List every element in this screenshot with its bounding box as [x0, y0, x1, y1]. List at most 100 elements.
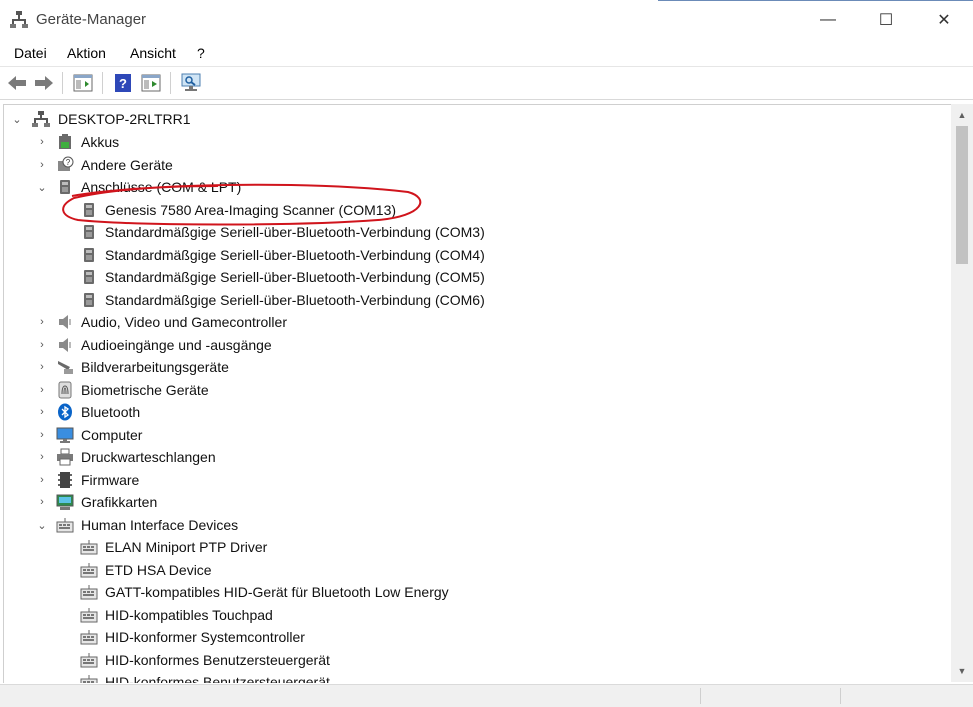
tree-node-label: Firmware	[81, 472, 140, 488]
forward-arrow-icon	[35, 76, 53, 90]
tree-node-label: Bluetooth	[81, 404, 141, 420]
chevron-right-icon[interactable]: ›	[36, 474, 48, 486]
back-arrow-icon	[8, 76, 26, 90]
update-driver-button[interactable]	[140, 72, 162, 94]
vertical-scrollbar[interactable]: ▲ ▼	[951, 104, 973, 682]
chevron-down-icon[interactable]: ⌄	[36, 181, 48, 194]
printer-icon	[57, 448, 73, 466]
svg-text:?: ?	[119, 76, 127, 91]
chevron-right-icon[interactable]: ›	[36, 429, 48, 441]
port-icon	[84, 203, 94, 217]
scan-hardware-icon	[181, 73, 201, 91]
port-icon	[84, 248, 94, 262]
maximize-icon: ☐	[878, 12, 894, 29]
toolbar: ?	[0, 67, 973, 100]
tree-leaf-label: HID-konformes Benutzersteuergerät	[105, 652, 330, 668]
menu-help[interactable]: ?	[197, 45, 205, 61]
tree-node-label: Human Interface Devices	[81, 517, 239, 533]
camera-icon	[58, 361, 73, 374]
scrollbar-thumb[interactable]	[956, 126, 968, 264]
tree-leaf-label: Standardmäßgige Seriell-über-Bluetooth-V…	[105, 292, 485, 308]
tree-leaf-label: ELAN Miniport PTP Driver	[105, 539, 268, 555]
unknown-device-icon: ?	[58, 156, 74, 171]
tree-node-label: Computer	[81, 427, 143, 443]
fingerprint-icon	[58, 381, 72, 399]
tree-leaf-label: ETD HSA Device	[105, 562, 212, 578]
status-divider	[840, 688, 841, 704]
chevron-right-icon[interactable]: ›	[36, 316, 48, 328]
status-divider	[700, 688, 701, 704]
properties-button[interactable]	[72, 72, 94, 94]
chevron-right-icon[interactable]: ›	[36, 496, 48, 508]
tree-leaf-label: HID-konformes Benutzersteuergerät	[105, 674, 330, 683]
port-icon	[84, 270, 94, 284]
tree-node-label: Anschlüsse (COM & LPT)	[81, 179, 242, 195]
tree-node-label: Grafikkarten	[81, 494, 158, 510]
port-icon	[60, 180, 70, 194]
hid-icon	[80, 653, 98, 668]
chevron-right-icon[interactable]: ›	[36, 384, 48, 396]
scroll-down-arrow-icon[interactable]: ▼	[956, 664, 968, 678]
chevron-right-icon[interactable]: ›	[36, 159, 48, 171]
device-tree[interactable]: ⌄ DESKTOP-2RLTRR1 › Akkus › ? Andere Ger…	[3, 104, 952, 683]
back-button[interactable]	[6, 72, 28, 94]
update-driver-icon	[141, 74, 161, 92]
hid-icon	[80, 675, 98, 683]
chevron-right-icon[interactable]: ›	[36, 406, 48, 418]
help-button[interactable]: ?	[112, 72, 134, 94]
forward-button[interactable]	[33, 72, 55, 94]
tree-node-label: Bildverarbeitungsgeräte	[81, 359, 229, 375]
chevron-down-icon[interactable]: ⌄	[11, 113, 23, 126]
menu-datei[interactable]: Datei	[14, 45, 47, 61]
hid-icon	[56, 518, 74, 533]
tree-node-label: Biometrische Geräte	[81, 382, 209, 398]
close-button[interactable]: ✕	[915, 0, 973, 40]
help-icon: ?	[115, 74, 131, 92]
hid-icon	[80, 563, 98, 578]
tree-leaf-label: Standardmäßgige Seriell-über-Bluetooth-V…	[105, 224, 485, 240]
hid-icon	[80, 585, 98, 600]
window-title: Geräte-Manager	[36, 11, 147, 28]
tree-root-label: DESKTOP-2RLTRR1	[58, 111, 191, 127]
minimize-button[interactable]: —	[799, 0, 857, 40]
status-bar	[0, 684, 973, 707]
display-adapter-icon	[56, 494, 74, 510]
chevron-right-icon[interactable]: ›	[36, 339, 48, 351]
chevron-right-icon[interactable]: ›	[36, 451, 48, 463]
title-bar: Geräte-Manager — ☐ ✕	[0, 0, 973, 40]
minimize-icon: —	[820, 11, 836, 28]
tree-leaf-label: Genesis 7580 Area-Imaging Scanner (COM13…	[105, 202, 397, 218]
tree-leaf-label: Standardmäßgige Seriell-über-Bluetooth-V…	[105, 247, 485, 263]
menu-aktion[interactable]: Aktion	[67, 45, 106, 61]
tree-node-label: Audio, Video und Gamecontroller	[81, 314, 287, 330]
speaker-icon	[59, 338, 71, 352]
menu-bar: Datei Aktion Ansicht ?	[0, 40, 973, 67]
tree-node-label: Druckwarteschlangen	[81, 449, 216, 465]
tree-leaf-label: HID-kompatibles Touchpad	[105, 607, 273, 623]
tree-leaf-label: Standardmäßgige Seriell-über-Bluetooth-V…	[105, 269, 485, 285]
battery-icon	[59, 134, 71, 149]
tree-leaf-label: GATT-kompatibles HID-Gerät für Bluetooth…	[105, 584, 449, 600]
tree-node-label: Audioeingänge und -ausgänge	[81, 337, 272, 353]
tree-node-label: Andere Geräte	[81, 157, 173, 173]
hid-icon	[80, 540, 98, 555]
properties-icon	[73, 74, 93, 92]
tree-node-label: Akkus	[81, 134, 120, 150]
scroll-up-arrow-icon[interactable]: ▲	[956, 108, 968, 122]
maximize-button[interactable]: ☐	[857, 0, 915, 40]
toolbar-separator	[170, 72, 171, 94]
monitor-icon	[56, 427, 74, 443]
close-icon: ✕	[937, 12, 951, 29]
hid-icon	[80, 630, 98, 645]
port-icon	[84, 293, 94, 307]
chevron-right-icon[interactable]: ›	[36, 361, 48, 373]
tree-leaf-label: HID-konformer Systemcontroller	[105, 629, 305, 645]
scan-hardware-button[interactable]	[180, 72, 202, 94]
chevron-right-icon[interactable]: ›	[36, 136, 48, 148]
bluetooth-icon	[58, 403, 72, 421]
device-manager-app-icon	[10, 11, 28, 28]
chevron-down-icon[interactable]: ⌄	[36, 519, 48, 532]
chip-icon	[58, 472, 72, 488]
svg-text:?: ?	[66, 158, 71, 167]
menu-ansicht[interactable]: Ansicht	[130, 45, 176, 61]
